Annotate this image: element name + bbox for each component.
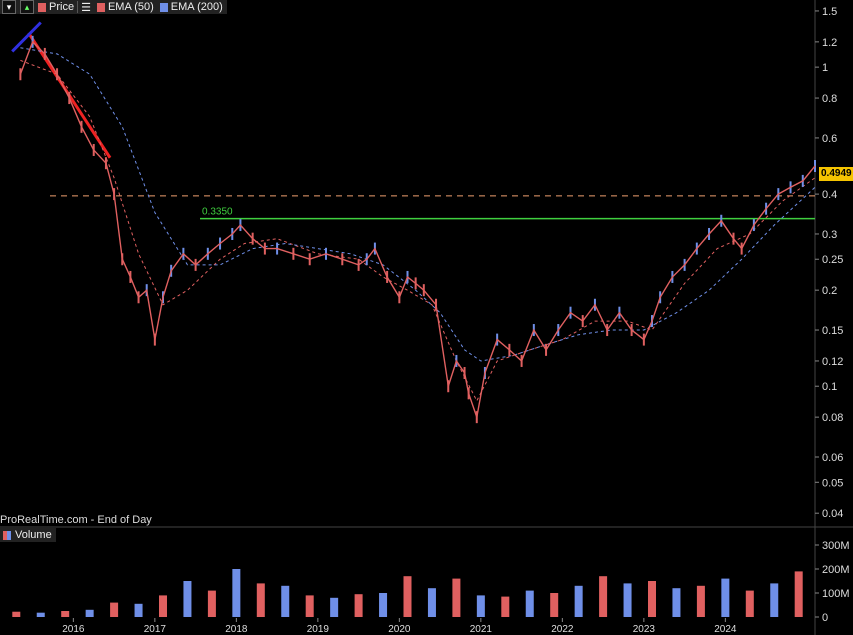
volume-bar [110,602,119,617]
volume-bar [623,583,632,617]
price-tick-label: 0.04 [822,508,843,520]
volume-bar [354,594,363,617]
volume-bar [476,595,485,617]
volume-tick-label: 0 [822,612,828,624]
price-tick-label: 1.5 [822,6,837,18]
price-tick-label: 0.08 [822,412,843,424]
volume-bar [501,596,510,617]
volume-bar [134,603,143,617]
volume-swatch [3,530,11,540]
price-panel: 0.3350 [11,21,816,424]
volume-bar [427,588,436,617]
volume-bar [525,590,534,617]
price-tick-label: 0.3 [822,229,837,241]
legend-divider [77,1,79,13]
price-tick-label: 1.2 [822,37,837,49]
volume-bar [36,612,45,617]
price-tick-label: 1 [822,62,828,74]
price-tick-label: 0.25 [822,254,843,266]
volume-bar [672,588,681,617]
ema50-line [20,59,816,402]
volume-bar [12,611,21,617]
price-tick-label: 0.15 [822,325,843,337]
volume-bar [696,585,705,617]
toolbar: ▾ ▴ Price ☰ EMA (50) EMA (200) [0,0,227,14]
volume-tick-label: 100M [822,588,850,600]
last-price-tag: 0.4949 [819,167,853,181]
volume-legend: Volume [0,528,56,542]
volume-bar [794,571,803,617]
year-tick-label: 2017 [144,624,167,635]
volume-bar [574,585,583,617]
price-tick-label: 0.6 [822,133,837,145]
collapse-icon[interactable]: ▾ [2,0,16,14]
settings-icon[interactable]: ☰ [81,1,91,14]
price-tick-label: 0.2 [822,285,837,297]
ema200-line [20,47,816,362]
chart-canvas: 1.5 1.2 1 0.8 0.6 0.4 0.3 0.25 0.2 0.15 0.12 0.1 0.0… [0,0,853,635]
volume-bar [159,595,167,617]
time-axis: 2016 2017 2018 2019 2020 2021 2022 2023 2024 [62,618,737,635]
year-tick-label: 2016 [62,624,85,635]
data-source-label: ProRealTime.com - End of Day [0,514,152,526]
year-tick-label: 2024 [714,624,737,635]
price-tick-label: 0.4 [822,189,837,201]
volume-bar [305,595,314,617]
volume-bar [330,597,339,617]
year-tick-label: 2022 [551,624,574,635]
year-tick-label: 2020 [388,624,411,635]
volume-bar [379,593,388,617]
volume-bar [281,585,290,617]
year-tick-label: 2021 [470,624,493,635]
price-axis: 1.5 1.2 1 0.8 0.6 0.4 0.3 0.25 0.2 0.15 0.12 0.1 0.0… [0,0,853,635]
volume-bar [550,593,559,617]
volume-bar [599,576,608,617]
year-tick-label: 2019 [307,624,330,635]
volume-bar [745,590,754,617]
price-tick-label: 0.05 [822,477,843,489]
volume-bar [232,569,241,617]
ema200-swatch [159,2,168,12]
expand-icon[interactable]: ▴ [20,0,34,14]
volume-bar [403,576,412,617]
ema200-legend-label[interactable]: EMA (200) [171,1,223,13]
ema50-swatch [96,2,105,12]
volume-bar [452,578,461,617]
price-tick-label: 0.06 [822,452,843,464]
price-tick-label: 0.8 [822,93,837,105]
price-tick-label: 0.1 [822,381,837,393]
volume-tick-label: 200M [822,564,850,576]
volume-legend-label[interactable]: Volume [15,529,52,541]
year-tick-label: 2018 [225,624,248,635]
volume-bar [770,583,779,617]
volume-bar [207,590,216,617]
volume-bar [256,583,265,617]
year-tick-label: 2023 [633,624,656,635]
volume-axis: 300M 200M 100M 0 [815,540,850,624]
volume-tick-label: 300M [822,540,850,552]
volume-bar [648,581,656,617]
price-swatch [38,2,46,12]
price-tick-label: 0.12 [822,356,843,368]
ema50-legend-label[interactable]: EMA (50) [108,1,154,13]
volume-bar [61,611,70,617]
volume-bar [183,581,192,617]
volume-bar [721,578,730,617]
price-line [19,40,816,420]
support-line-label: 0.3350 [202,207,233,218]
volume-panel [12,569,803,617]
price-legend-label[interactable]: Price [49,1,74,13]
volume-bar [85,609,94,617]
